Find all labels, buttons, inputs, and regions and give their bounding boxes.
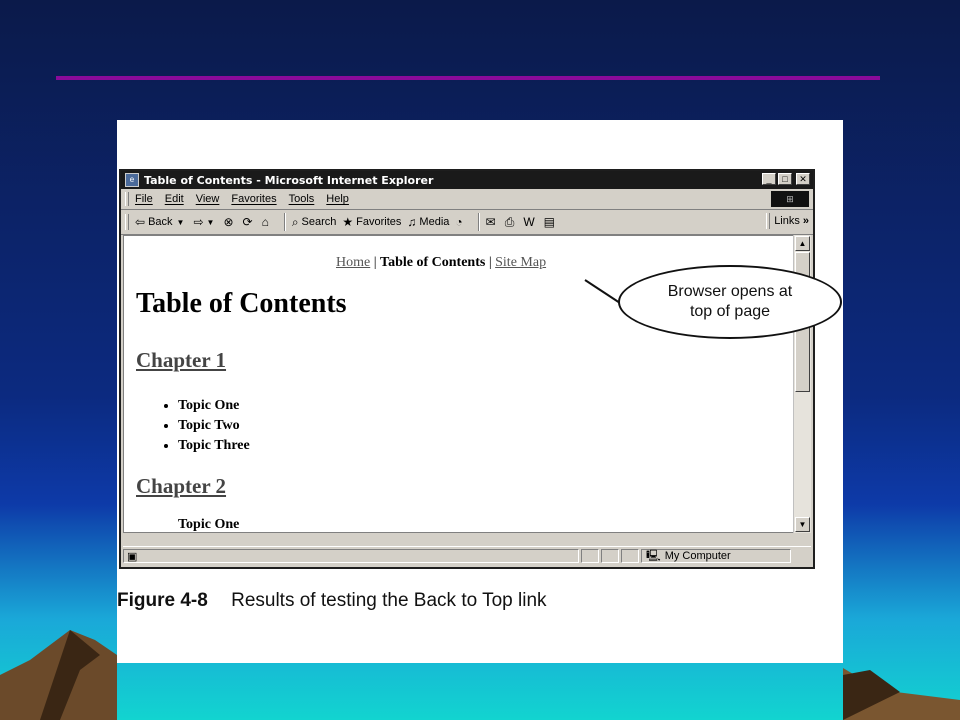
menu-tools[interactable]: Tools [289, 193, 315, 205]
nav-separator: | [373, 255, 377, 270]
title-rule [56, 76, 880, 80]
toolbar-grip [125, 214, 129, 230]
favorites-icon: ★ [342, 215, 354, 229]
home-icon: ⌂ [261, 215, 269, 229]
chapter2-link[interactable]: Chapter 2 [136, 474, 226, 499]
links-label: Links [774, 215, 800, 227]
callout-text: Browser opens at top of page [667, 283, 793, 320]
links-grip [766, 213, 771, 229]
links-bar[interactable]: Links » [766, 213, 809, 229]
edit-word-button[interactable]: W [523, 215, 537, 229]
menu-view[interactable]: View [196, 193, 220, 205]
ie-icon: e [125, 173, 139, 187]
print-icon: ⎙ [504, 214, 515, 229]
back-label: Back [148, 216, 173, 228]
media-button[interactable]: ♫ Media [407, 215, 449, 229]
status-panel [621, 549, 639, 563]
stop-icon: ⊗ [223, 215, 234, 229]
back-arrow-icon: ⇦ [135, 215, 146, 229]
search-icon: ⌕ [291, 214, 299, 229]
callout-bubble: Browser opens at top of page [618, 265, 842, 339]
menu-favorites[interactable]: Favorites [231, 193, 276, 205]
document-icon: ▤ [543, 215, 555, 229]
windows-logo-icon: ⊞ [771, 191, 809, 207]
nav-separator: | [488, 255, 492, 270]
topic-list: Topic One Topic Two Topic Three [154, 396, 250, 456]
mail-icon: ✉ [485, 215, 496, 229]
list-item: Topic Three [178, 436, 250, 456]
refresh-icon: ⟳ [242, 215, 253, 229]
search-label: Search [301, 216, 337, 228]
clipped-topic: Topic One [178, 517, 240, 532]
figure-number: Figure 4-8 [117, 590, 208, 611]
breadcrumb: Home | Table of Contents | Site Map [336, 255, 546, 271]
status-panel [601, 549, 619, 563]
maximize-button[interactable]: □ [778, 173, 792, 185]
forward-arrow-icon: ⇨ [193, 215, 204, 229]
favorites-label: Favorites [356, 216, 402, 228]
window-title: Table of Contents - Microsoft Internet E… [144, 173, 434, 187]
list-item: Topic One [178, 396, 250, 416]
chevron-right-icon: » [802, 215, 809, 227]
nav-current: Table of Contents [380, 255, 486, 270]
zone-label: My Computer [664, 550, 731, 562]
nav-sitemap-link[interactable]: Site Map [495, 255, 546, 270]
page-icon: ▣ [127, 550, 138, 563]
favorites-button[interactable]: ★ Favorites [342, 215, 401, 229]
discuss-button[interactable]: ▤ [544, 215, 558, 229]
print-button[interactable]: ⎙ [505, 215, 518, 230]
figure-caption: Figure 4-8 Results of testing the Back t… [117, 590, 547, 612]
history-icon: ◔ [455, 215, 463, 229]
browser-window: e Table of Contents - Microsoft Internet… [119, 169, 815, 569]
status-panel [581, 549, 599, 563]
forward-button[interactable]: ⇨ ▼ [193, 215, 217, 229]
media-icon: ♫ [407, 215, 417, 229]
caption-text: Results of testing the Back to Top link [231, 590, 547, 611]
refresh-button[interactable]: ⟳ [243, 215, 256, 229]
menu-file[interactable]: File [135, 193, 153, 205]
computer-icon: 🖳 [646, 549, 661, 562]
figure-card: e Table of Contents - Microsoft Internet… [117, 120, 843, 663]
scroll-up-arrow-icon[interactable]: ▲ [795, 236, 810, 251]
word-icon: W [523, 215, 535, 229]
toolbar-separator [477, 213, 480, 231]
list-item: Topic Two [178, 416, 250, 436]
scroll-down-arrow-icon[interactable]: ▼ [795, 517, 810, 532]
media-label: Media [419, 216, 450, 228]
home-button[interactable]: ⌂ [262, 215, 272, 229]
menu-help[interactable]: Help [326, 193, 349, 205]
status-text-area: ▣ [123, 549, 579, 563]
menu-grip [125, 192, 129, 206]
chapter1-link[interactable]: Chapter 1 [136, 348, 226, 373]
toolbar-separator [283, 213, 286, 231]
menu-edit[interactable]: Edit [165, 193, 184, 205]
chevron-down-icon: ▼ [206, 217, 215, 227]
chevron-down-icon: ▼ [176, 217, 185, 227]
history-button[interactable]: ◔ [455, 215, 465, 229]
status-bar: ▣ 🖳 My Computer [123, 546, 811, 565]
stop-button[interactable]: ⊗ [223, 215, 236, 229]
security-zone: 🖳 My Computer [641, 549, 791, 563]
menu-bar: File Edit View Favorites Tools Help ⊞ [121, 189, 813, 210]
close-button[interactable]: ✕ [796, 173, 810, 185]
page-title: Table of Contents [136, 288, 347, 319]
back-button[interactable]: ⇦ Back ▼ [135, 215, 187, 229]
toolbar: ⇦ Back ▼ ⇨ ▼ ⊗ ⟳ ⌂ ⌕ Search ★ Favorites … [121, 210, 813, 235]
mail-button[interactable]: ✉ [486, 215, 499, 229]
search-button[interactable]: ⌕ Search [292, 215, 337, 230]
nav-home-link[interactable]: Home [336, 255, 370, 270]
title-bar: e Table of Contents - Microsoft Internet… [121, 171, 813, 189]
minimize-button[interactable]: _ [762, 173, 776, 185]
